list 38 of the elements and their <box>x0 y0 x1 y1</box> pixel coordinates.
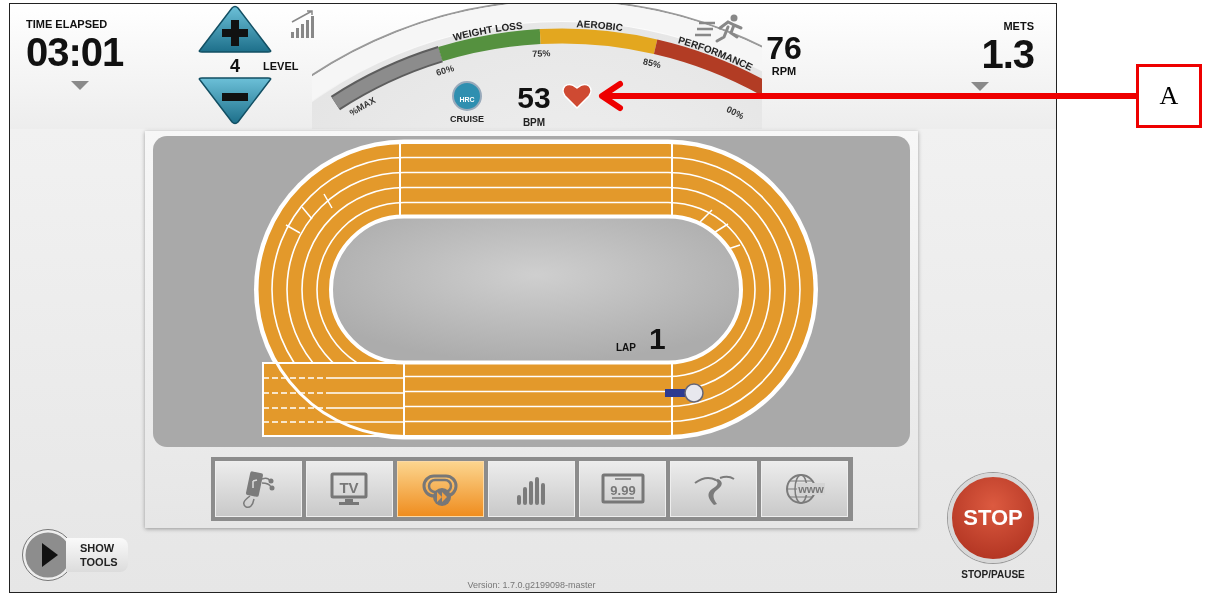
stop-pause-label: STOP/PAUSE <box>961 569 1025 580</box>
version-text: Version: 1.7.0.g2199098-master <box>467 580 596 592</box>
bpm-label: BPM <box>522 117 546 128</box>
rpm-label: RPM <box>771 65 797 78</box>
app-button[interactable] <box>396 461 484 517</box>
trend-chart-icon <box>290 8 314 40</box>
annotation-label: A <box>1136 64 1202 128</box>
app-button[interactable] <box>214 461 302 517</box>
cruise-label: CRUISE <box>450 114 484 124</box>
app-button[interactable]: www <box>761 461 849 517</box>
zone-label: AEROBIC <box>576 18 624 34</box>
zone-tick-label: 60% <box>434 63 456 78</box>
time-elapsed-value: 03:01 <box>26 31 125 73</box>
dropdown-icon[interactable] <box>71 81 89 90</box>
lap-number: 1 <box>649 322 666 355</box>
lap-label: LAP <box>616 342 636 353</box>
time-elapsed-label: TIME ELAPSED <box>26 18 109 31</box>
rpm-value: 76 <box>766 31 802 65</box>
bpm-value: 53 <box>517 81 551 114</box>
show-tools-button[interactable]: SHOW TOOLS <box>22 529 128 581</box>
zone-tick-label: 85% <box>642 56 663 71</box>
mets-value: 1.3 <box>981 33 1034 75</box>
app-button[interactable]: 9.99 <box>579 461 667 517</box>
app-button[interactable] <box>670 461 758 517</box>
app-button[interactable] <box>487 461 576 517</box>
app-button[interactable]: TV <box>305 461 393 517</box>
zone-tick-label: 00% <box>724 104 746 122</box>
zone-label: WEIGHT LOSS <box>451 19 524 43</box>
runner-marker <box>665 383 704 403</box>
dropdown-icon[interactable] <box>971 82 989 91</box>
heart-icon <box>562 83 592 109</box>
zone-tick-label: 75% <box>532 48 551 60</box>
stop-button[interactable]: STOP <box>948 473 1038 563</box>
level-down-button[interactable] <box>196 76 274 126</box>
level-label: LEVEL <box>263 59 300 74</box>
mets-label: METS <box>1003 20 1034 33</box>
price-display-icon: 9.99 <box>599 471 646 507</box>
level-up-button[interactable] <box>196 4 274 54</box>
